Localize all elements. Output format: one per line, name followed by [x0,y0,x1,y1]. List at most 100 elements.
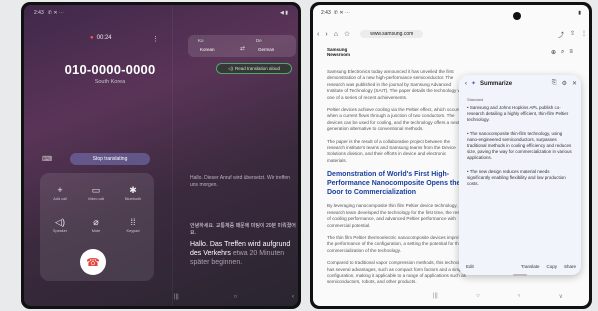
summary-bullet: • The new design reduces material needs … [467,168,566,187]
source-speech-text: 안녕하세요. 교통체증 때문에 미팅이 20분 미뤄졌어요. [190,223,296,236]
article-paragraph: The paper is the result of a collaborati… [327,138,456,163]
call-record-icon: ● [90,35,94,41]
article-paragraph: Compared to traditional vapor compressio… [327,260,467,285]
copy-button[interactable]: Copy [546,264,557,269]
browser-actions: ⤴ ⇧ ⋮ [558,30,587,39]
home-button[interactable]: ○ [234,294,238,300]
status-icons: ✆ ✕ ⋯ [333,10,350,16]
status-bar-left: 2:43 ✆ ✕ ⋯ [34,10,64,16]
video-call-button[interactable]: ▭ Video call [79,185,113,201]
status-time: 2:43 [321,10,331,16]
back-icon[interactable]: ‹ [317,31,319,38]
caller-country: South Korea [94,79,126,85]
hinge-line [172,5,173,306]
forward-icon[interactable]: › [325,31,327,38]
more-options-icon[interactable]: ⋮ [152,35,159,43]
add-call-icon: + [57,185,63,195]
summary-bullet: • The nanocomposite thin-film technology… [467,130,572,161]
share-icon[interactable]: ⇧ [570,30,575,39]
keypad-button[interactable]: ⁞⁞ Keypad [116,217,150,233]
summary-bullets: • Samsung and Johns Hopkins APL publish … [467,105,573,194]
speaker-button[interactable]: ◁) Speaker [43,217,77,233]
ai-sparkle-icon: ✦ [471,81,477,87]
logo-line-2: Newsroom [327,52,351,57]
copy-icon[interactable]: ⎘ [552,80,557,87]
article-paragraph: By leveraging nanocomposite thin film Pe… [327,203,466,228]
status-bar-right: ◀ ▮ [280,10,288,16]
hamburger-icon[interactable]: ≡ [569,49,573,56]
call-controls-panel: + Add call ▭ Video call ✱ Bluetooth ◁) S… [40,173,154,281]
end-call-button[interactable]: ☎ [80,249,106,275]
summary-bullet: • Samsung and Johns Hopkins APL publish … [467,105,569,123]
bluetooth-button[interactable]: ✱ Bluetooth [116,185,150,201]
tabs-icon[interactable]: ⤴ [558,30,564,39]
bluetooth-label: Bluetooth [124,197,142,201]
status-time: 2:43 [34,10,44,16]
edit-button[interactable]: Edit [466,264,474,269]
site-header-icons: ⊕ ⌕ ≡ [551,49,573,56]
end-call-icon: ☎ [86,256,100,269]
summary-style[interactable]: Standard [467,97,483,102]
summary-actions: Edit Translate Copy Share [466,264,576,269]
target-language-label: De [256,38,262,43]
summary-back-icon[interactable]: ‹ [465,81,467,87]
previous-translation: Hallo. Dieser Anruf wird übersetzt. Wir … [190,175,290,188]
add-call-button[interactable]: + Add call [43,185,77,201]
speaker-icon: ◁) [228,65,233,71]
status-icons: ✆ ✕ ⋯ [47,10,64,16]
translate-button[interactable]: Translate [521,264,540,269]
keypad-label: Keypad [126,229,140,233]
keyboard-icon[interactable]: ⌨ [42,155,52,163]
mute-button[interactable]: ⌀ Mute [79,217,113,233]
home-icon[interactable]: ⌂ [334,31,338,38]
share-button[interactable]: Share [564,264,576,269]
browser-screen: 2:43 ✆ ✕ ⋯ ▮ ‹ › ⌂ ☆ www.samsung.com ⤴ ⇧… [313,5,589,306]
article-paragraph: Samsung Electronics today announced it h… [327,69,466,100]
search-icon[interactable]: ⌕ [561,49,564,56]
language-selector[interactable]: Ko De Korean ⇄ German [188,35,296,57]
settings-icon[interactable]: ⚙ [562,80,567,87]
panel-drag-handle[interactable] [513,274,527,276]
speaker-label: Speaker [52,229,68,233]
summary-header: ‹ ✦ Summarize ⎘ ⚙ ✕ [465,80,577,87]
stop-translating-button[interactable]: Stop translating [70,153,150,165]
video-call-icon: ▭ [91,185,101,195]
browser-toolbar: ‹ › ⌂ ☆ www.samsung.com ⤴ ⇧ ⋮ [317,27,587,41]
site-logo[interactable]: Samsung Newsroom [327,47,350,57]
status-bar-left: 2:43 ✆ ✕ ⋯ [321,10,350,16]
source-language[interactable]: Korean [200,47,215,52]
speaker-icon: ◁) [55,217,65,227]
globe-icon[interactable]: ⊕ [551,49,556,56]
swap-languages-icon[interactable]: ⇄ [240,45,245,52]
right-device: 2:43 ✆ ✕ ⋯ ▮ ‹ › ⌂ ☆ www.samsung.com ⤴ ⇧… [310,2,592,309]
back-button[interactable]: ‹ [518,293,520,300]
home-button[interactable]: ○ [476,293,480,300]
video-call-label: Video call [87,197,105,201]
summary-panel: ‹ ✦ Summarize ⎘ ⚙ ✕ Standard • Samsung a… [459,75,581,276]
menu-icon[interactable]: ⋮ [581,30,587,39]
summary-title: Summarize [480,80,513,87]
call-timer: ● 00:24 [90,35,112,41]
navigation-bar: ||| ○ ‹ ∨ [433,293,563,300]
read-translation-button[interactable]: ◁) Read translation aloud [216,63,292,74]
keypad-icon: ⁞⁞ [130,217,136,227]
front-camera [513,12,521,20]
source-language-label: Ko [198,38,204,43]
mute-label: Mute [91,229,101,233]
back-button[interactable]: ‹ [292,294,294,300]
battery-icon: ◀ ▮ [280,10,288,16]
recents-button[interactable]: ||| [174,294,179,300]
close-icon[interactable]: ✕ [572,80,577,87]
navigation-bar: ||| ○ ‹ [174,294,294,300]
target-language[interactable]: German [258,47,274,52]
left-device: 2:43 ✆ ✕ ⋯ ◀ ▮ ● 00:24 ⋮ 010-0000-0000 S… [21,2,301,309]
hide-keyboard-button[interactable]: ∨ [559,293,563,300]
bluetooth-icon: ✱ [129,185,137,195]
bookmark-star-icon[interactable]: ☆ [344,30,350,38]
recents-button[interactable]: ||| [433,293,438,300]
article-body: Samsung Electronics today announced it h… [327,69,467,292]
url-bar[interactable]: www.samsung.com [360,30,424,38]
summary-header-icons: ⎘ ⚙ ✕ [552,80,577,87]
battery-icon: ▮ [578,10,581,16]
scene: 2:43 ✆ ✕ ⋯ ◀ ▮ ● 00:24 ⋮ 010-0000-0000 S… [0,0,598,311]
